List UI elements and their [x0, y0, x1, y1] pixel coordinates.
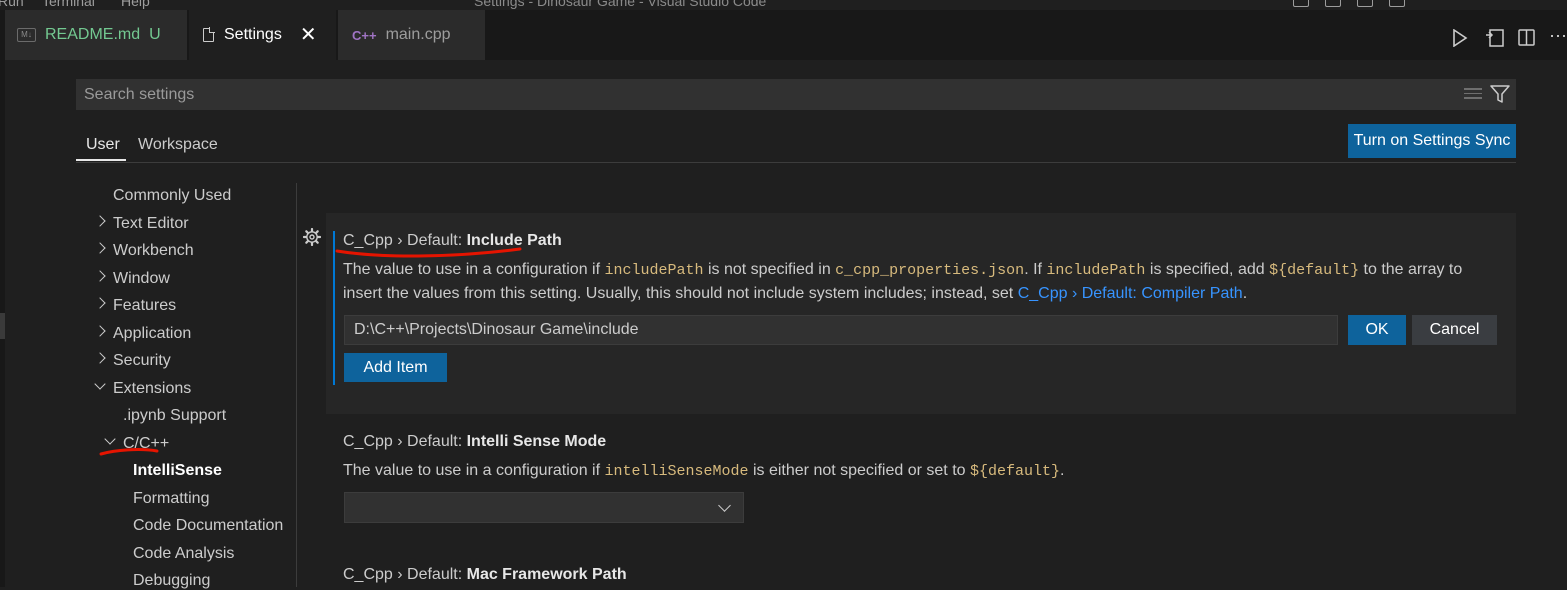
setting-title: C_Cpp › Default: Mac Framework Path — [343, 566, 627, 583]
toggle-panel-icon[interactable] — [1325, 0, 1341, 7]
toc-text-editor[interactable]: Text Editor — [94, 215, 189, 233]
toc-commonly-used[interactable]: Commonly Used — [113, 187, 231, 205]
tab-workspace[interactable]: Workspace — [138, 136, 218, 154]
chevron-down-icon — [718, 499, 731, 512]
toc-code-documentation[interactable]: Code Documentation — [133, 517, 283, 535]
toc-formatting[interactable]: Formatting — [133, 490, 209, 508]
tab-label: README.md — [45, 26, 141, 43]
search-input[interactable] — [76, 79, 1446, 110]
clear-filter-icon[interactable] — [1464, 88, 1482, 102]
gear-icon[interactable] — [303, 228, 321, 246]
toc-code-analysis[interactable]: Code Analysis — [133, 545, 234, 563]
menu-help[interactable]: Help — [121, 0, 150, 9]
intellisense-mode-select[interactable] — [344, 492, 744, 523]
setting-description: The value to use in a configuration if i… — [343, 261, 1463, 302]
tab-readme[interactable]: M↓ README.md U — [5, 10, 188, 60]
focus-indicator — [333, 231, 335, 385]
cancel-button[interactable]: Cancel — [1412, 315, 1497, 345]
toc-ipynb-support[interactable]: .ipynb Support — [123, 407, 226, 425]
run-icon[interactable] — [1452, 29, 1468, 47]
toc-extensions[interactable]: Extensions — [94, 378, 191, 398]
add-item-button[interactable]: Add Item — [344, 353, 447, 382]
setting-title: C_Cpp › Default: Intelli Sense Mode — [343, 433, 607, 450]
filter-icon[interactable] — [1490, 85, 1510, 104]
compiler-path-link[interactable]: C_Cpp › Default: Compiler Path — [1018, 285, 1243, 302]
toggle-sidebar-icon[interactable] — [1293, 0, 1309, 7]
file-icon — [203, 27, 215, 42]
untracked-badge: U — [149, 26, 161, 43]
toc-application[interactable]: Application — [94, 325, 191, 343]
split-editor-icon[interactable] — [1518, 29, 1536, 47]
toc-debugging[interactable]: Debugging — [133, 572, 210, 590]
markdown-icon: M↓ — [17, 28, 36, 42]
ok-button[interactable]: OK — [1348, 315, 1406, 345]
open-settings-json-icon[interactable] — [1485, 29, 1505, 47]
cpp-icon: C++ — [352, 27, 377, 43]
active-scope-indicator — [76, 159, 126, 161]
tab-label: main.cpp — [385, 26, 451, 43]
more-actions-icon[interactable]: ⋯ — [1549, 26, 1567, 47]
menu-terminal[interactable]: Terminal — [42, 0, 95, 9]
toc-security[interactable]: Security — [94, 352, 171, 370]
menu-run[interactable]: Run — [0, 0, 24, 9]
toc-features[interactable]: Features — [94, 297, 176, 315]
setting-title: C_Cpp › Default: Include Path — [343, 232, 562, 249]
toggle-secondary-sidebar-icon[interactable] — [1357, 0, 1373, 7]
customize-layout-icon[interactable] — [1389, 0, 1405, 7]
include-path-item-input[interactable] — [344, 315, 1338, 345]
tab-user[interactable]: User — [86, 136, 120, 154]
toc-c-cpp[interactable]: C/C++ — [104, 433, 169, 453]
tab-settings[interactable]: Settings ✕ — [189, 10, 337, 60]
scope-divider — [76, 162, 1516, 163]
title-bar: Run Terminal Help Settings - Dinosaur Ga… — [0, 0, 1567, 10]
toc-divider — [296, 183, 297, 587]
settings-sync-button[interactable]: Turn on Settings Sync — [1348, 124, 1516, 158]
close-icon[interactable]: ✕ — [300, 25, 317, 45]
toc-window[interactable]: Window — [94, 270, 170, 288]
toc-workbench[interactable]: Workbench — [94, 242, 194, 260]
tab-main-cpp[interactable]: C++ main.cpp — [338, 10, 486, 60]
settings-search — [76, 79, 1516, 110]
toc-intellisense[interactable]: IntelliSense — [133, 462, 222, 480]
setting-description: The value to use in a configuration if i… — [343, 462, 1065, 480]
window-title: Settings - Dinosaur Game - Visual Studio… — [474, 0, 767, 9]
tab-label: Settings — [224, 26, 282, 43]
